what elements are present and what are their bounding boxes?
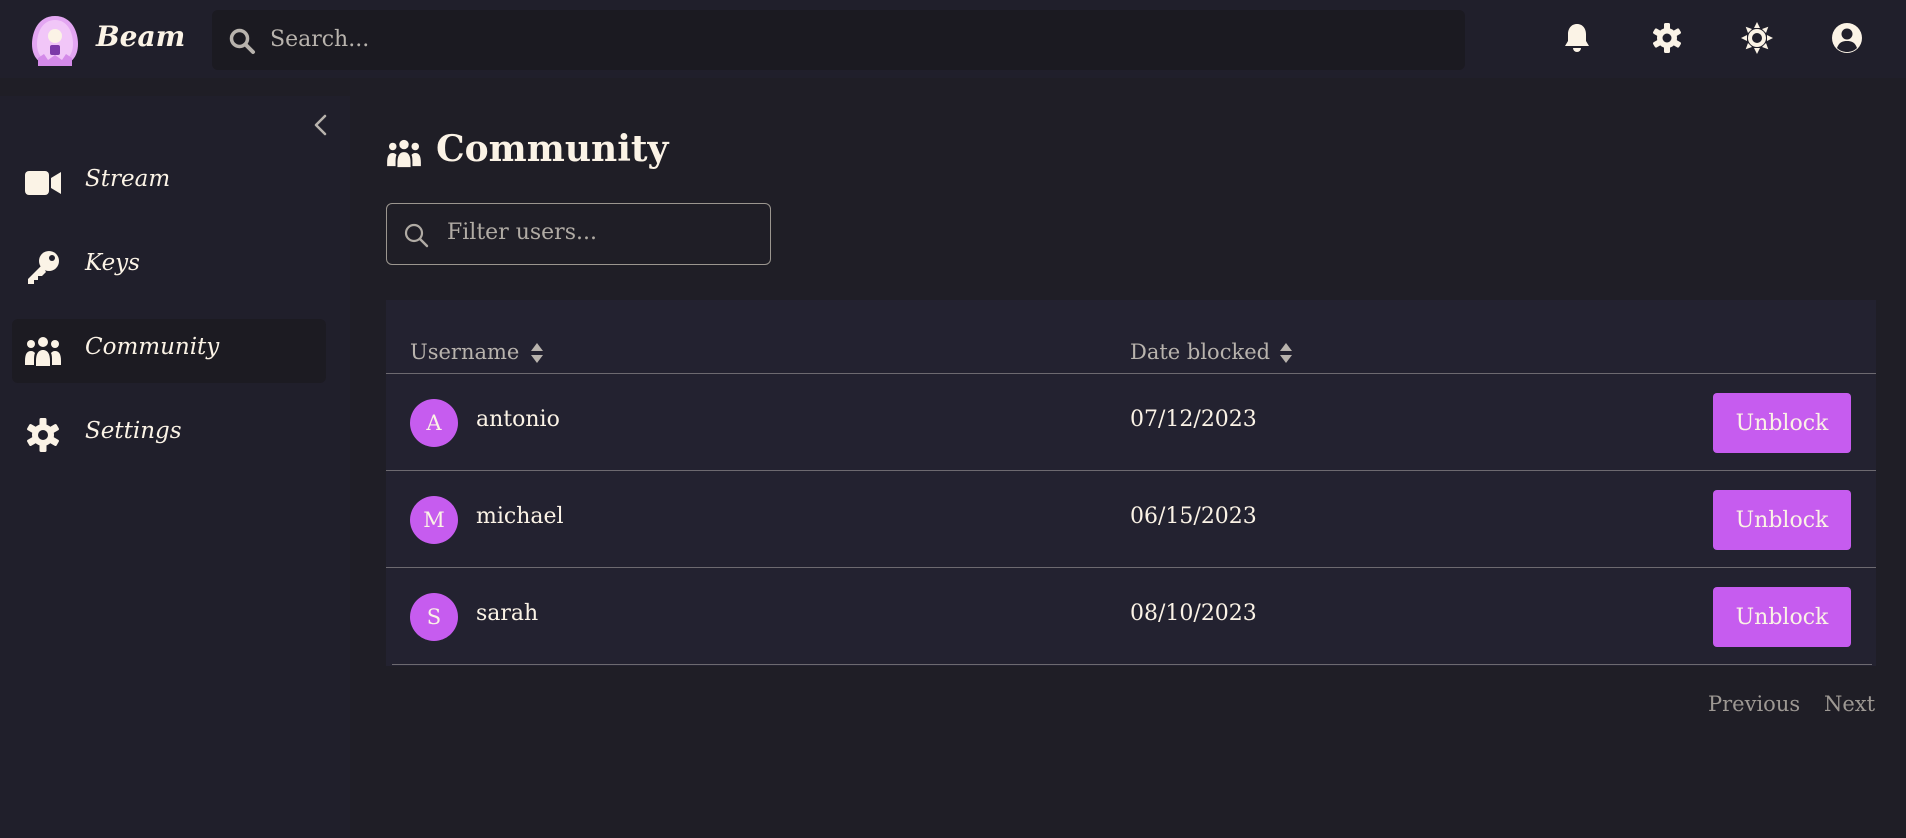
sidebar-item-label: Settings	[85, 418, 182, 444]
pagination-next[interactable]: Next	[1824, 692, 1875, 716]
sidebar-item-label: Community	[85, 334, 220, 360]
date-blocked: 07/12/2023	[1130, 407, 1257, 432]
date-blocked: 06/15/2023	[1130, 504, 1257, 529]
column-header-username[interactable]: Username	[410, 340, 519, 364]
avatar: S	[410, 593, 458, 641]
unblock-button[interactable]: Unblock	[1713, 587, 1851, 647]
gear-icon	[27, 418, 59, 452]
date-blocked: 08/10/2023	[1130, 601, 1257, 626]
divider	[392, 664, 1872, 665]
avatar: A	[410, 399, 458, 447]
bell-icon[interactable]	[1560, 21, 1594, 55]
top-bar: Beam Search...	[0, 0, 1906, 78]
sort-icon[interactable]	[530, 342, 544, 364]
sort-icon[interactable]	[1279, 342, 1293, 364]
filter-placeholder: Filter users...	[447, 220, 597, 245]
unblock-button[interactable]: Unblock	[1713, 393, 1851, 453]
beam-logo-icon[interactable]	[28, 14, 82, 68]
username: sarah	[476, 601, 539, 626]
column-header-date-blocked[interactable]: Date blocked	[1130, 340, 1270, 364]
chevron-left-icon[interactable]	[310, 112, 332, 138]
global-search-input[interactable]: Search...	[212, 10, 1465, 70]
sidebar-item-community[interactable]: Community	[12, 319, 326, 383]
sidebar: Stream Keys Community Settings	[0, 96, 350, 838]
unblock-button[interactable]: Unblock	[1713, 490, 1851, 550]
blocked-users-table: Username Date blocked A antonio 07/12/20…	[386, 300, 1876, 666]
sun-icon[interactable]	[1740, 21, 1774, 55]
avatar: M	[410, 496, 458, 544]
user-circle-icon[interactable]	[1830, 21, 1864, 55]
app-name: Beam	[96, 20, 186, 53]
main-content: Community Filter users... Username Date …	[350, 78, 1906, 838]
sidebar-item-label: Stream	[85, 166, 171, 192]
sidebar-item-keys[interactable]: Keys	[12, 235, 326, 299]
table-row: S sarah 08/10/2023 Unblock	[386, 568, 1876, 664]
sidebar-item-label: Keys	[85, 250, 140, 276]
username: michael	[476, 504, 564, 529]
users-icon	[25, 337, 61, 366]
key-icon	[28, 251, 59, 284]
users-icon	[387, 139, 421, 168]
sidebar-item-stream[interactable]: Stream	[12, 151, 326, 215]
gear-icon[interactable]	[1650, 21, 1684, 55]
video-camera-icon	[25, 171, 61, 195]
username: antonio	[476, 407, 560, 432]
table-row: A antonio 07/12/2023 Unblock	[386, 374, 1876, 470]
sidebar-item-settings[interactable]: Settings	[12, 403, 326, 467]
page-title: Community	[436, 128, 669, 170]
filter-users-input[interactable]: Filter users...	[386, 203, 771, 265]
search-icon	[229, 28, 255, 54]
pagination-previous[interactable]: Previous	[1708, 692, 1800, 716]
search-placeholder: Search...	[270, 27, 370, 52]
table-row: M michael 06/15/2023 Unblock	[386, 471, 1876, 567]
search-icon	[404, 223, 429, 248]
